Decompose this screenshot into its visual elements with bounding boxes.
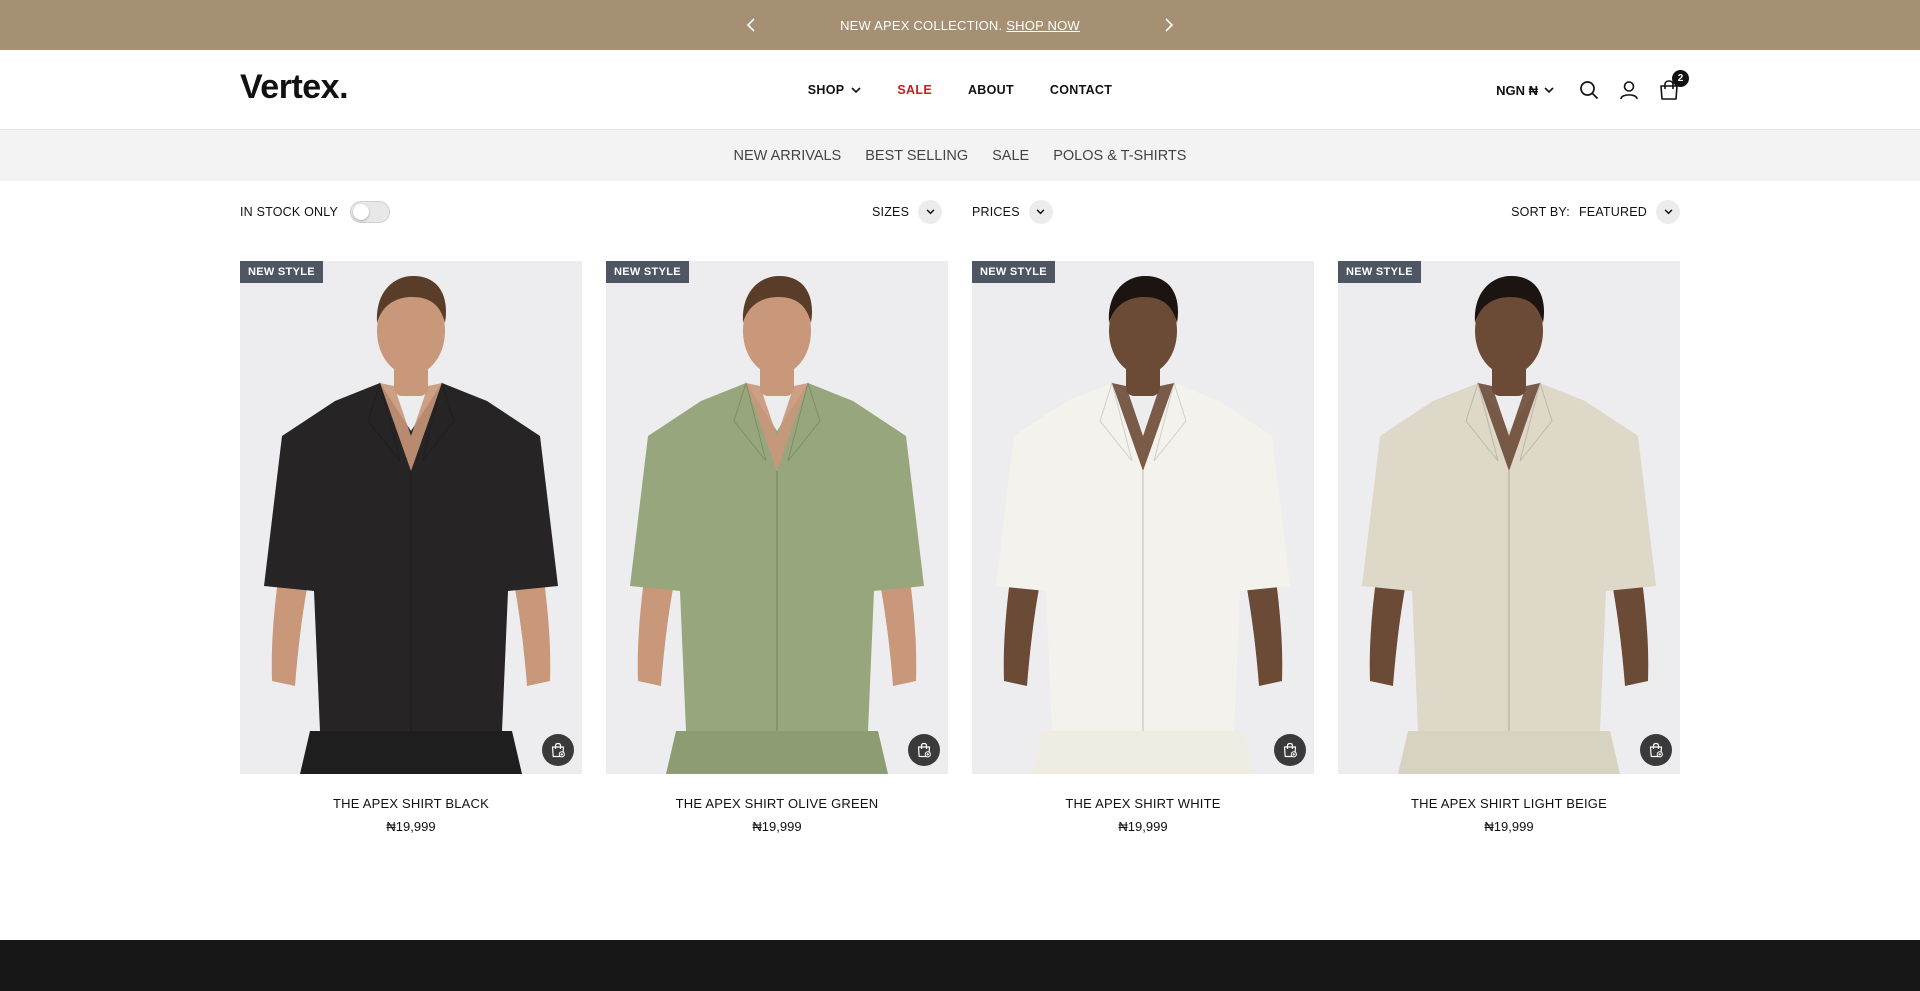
announcement-bar: NEW APEX COLLECTION. SHOP NOW [0,0,1920,50]
cart-button[interactable]: 2 [1658,70,1689,101]
chevron-down-icon [851,86,861,93]
product-title[interactable]: THE APEX SHIRT WHITE [972,796,1314,811]
product-title[interactable]: THE APEX SHIRT BLACK [240,796,582,811]
add-to-bag-icon [1283,742,1297,758]
user-icon [1620,81,1638,100]
add-to-bag-icon [1649,742,1663,758]
prices-filter[interactable]: PRICES [972,181,1053,243]
toggle-knob [353,204,369,220]
search-icon [1580,81,1599,100]
sort-selector[interactable]: SORT BY: FEATURED [1511,181,1680,243]
sizes-filter[interactable]: SIZES [872,181,943,243]
product-card[interactable]: NEW STYLE THE APEX SHIRT BLACK ₦19,999 [240,261,582,834]
nav-shop[interactable]: SHOP [808,83,862,97]
model-photo [264,275,558,774]
chevron-left-icon [746,18,755,32]
cart-count-badge: 2 [1672,70,1689,87]
nav-contact-label: CONTACT [1049,83,1113,97]
new-style-badge: NEW STYLE [1338,261,1421,283]
chevron-right-icon [1165,18,1174,32]
product-price: ₦19,999 [1484,819,1534,834]
in-stock-toggle[interactable] [350,201,390,223]
site-header: Vertex. SHOP SALE ABOUT CONTACT NGN ₦ 2 [0,50,1920,130]
sort-label: SORT BY: [1511,205,1570,219]
chevron-down-icon [1036,209,1045,215]
prices-dropdown-toggle [1028,200,1053,224]
quick-add-button[interactable] [542,734,574,766]
currency-label: NGN ₦ [1496,82,1538,98]
chevron-down-icon [926,209,935,215]
in-stock-label: IN STOCK ONLY [240,205,338,219]
site-logo[interactable]: Vertex. [240,68,349,107]
nav-contact[interactable]: CONTACT [1050,83,1112,97]
product-price: ₦19,999 [1118,819,1168,834]
subnav-new-arrivals[interactable]: NEW ARRIVALS [734,148,842,164]
product-title[interactable]: THE APEX SHIRT LIGHT BEIGE [1338,796,1680,811]
in-stock-filter: IN STOCK ONLY [240,181,390,243]
sizes-dropdown-toggle [918,200,943,224]
add-to-bag-icon [551,742,565,758]
announcement-message: NEW APEX COLLECTION. SHOP NOW [840,18,1080,33]
new-style-badge: NEW STYLE [606,261,689,283]
search-button[interactable] [1578,79,1600,101]
sort-dropdown-toggle [1656,200,1680,224]
nav-shop-label: SHOP [807,83,845,97]
product-title[interactable]: THE APEX SHIRT OLIVE GREEN [606,796,948,811]
product-card[interactable]: NEW STYLE THE APEX SHIRT LIGHT BEIGE ₦19… [1338,261,1680,834]
model-photo [630,275,924,774]
add-to-bag-icon [917,742,931,758]
product-price: ₦19,999 [386,819,436,834]
prices-label: PRICES [972,205,1020,219]
nav-about[interactable]: ABOUT [968,83,1014,97]
product-image[interactable]: NEW STYLE [240,261,582,774]
subnav-polos-tshirts[interactable]: POLOS & T-SHIRTS [1053,148,1186,164]
sizes-label: SIZES [872,205,910,219]
header-actions: NGN ₦ 2 [1496,50,1689,130]
nav-sale[interactable]: SALE [897,83,932,97]
site-footer [0,940,1920,991]
shop-now-link[interactable]: SHOP NOW [1006,18,1080,33]
category-subnav: NEW ARRIVALS BEST SELLING SALE POLOS & T… [0,130,1920,181]
model-photo [1362,275,1656,774]
model-photo [996,275,1290,774]
account-button[interactable] [1618,79,1640,101]
nav-sale-label: SALE [897,83,932,97]
quick-add-button[interactable] [908,734,940,766]
product-card[interactable]: NEW STYLE THE APEX SHIRT OLIVE GREEN ₦19… [606,261,948,834]
product-image[interactable]: NEW STYLE [972,261,1314,774]
product-image[interactable]: NEW STYLE [606,261,948,774]
currency-selector[interactable]: NGN ₦ [1496,83,1554,98]
chevron-down-icon [1664,209,1672,215]
quick-add-button[interactable] [1640,734,1672,766]
sort-value: FEATURED [1578,205,1647,219]
new-style-badge: NEW STYLE [972,261,1055,283]
nav-about-label: ABOUT [967,83,1014,97]
chevron-down-icon [1544,86,1554,93]
announcement-prev-arrow[interactable] [737,0,767,50]
product-image[interactable]: NEW STYLE [1338,261,1680,774]
product-price: ₦19,999 [752,819,802,834]
product-card[interactable]: NEW STYLE THE APEX SHIRT WHITE ₦19,999 [972,261,1314,834]
filter-bar: IN STOCK ONLY SIZES PRICES SORT BY: FEAT… [240,181,1680,243]
new-style-badge: NEW STYLE [240,261,323,283]
announcement-text: NEW APEX COLLECTION. [840,17,1003,33]
quick-add-button[interactable] [1274,734,1306,766]
announcement-next-arrow[interactable] [1153,0,1183,50]
subnav-best-selling[interactable]: BEST SELLING [865,148,968,164]
product-grid: NEW STYLE THE APEX SHIRT BLACK ₦19,999 N… [240,261,1680,834]
subnav-sale[interactable]: SALE [992,148,1029,164]
